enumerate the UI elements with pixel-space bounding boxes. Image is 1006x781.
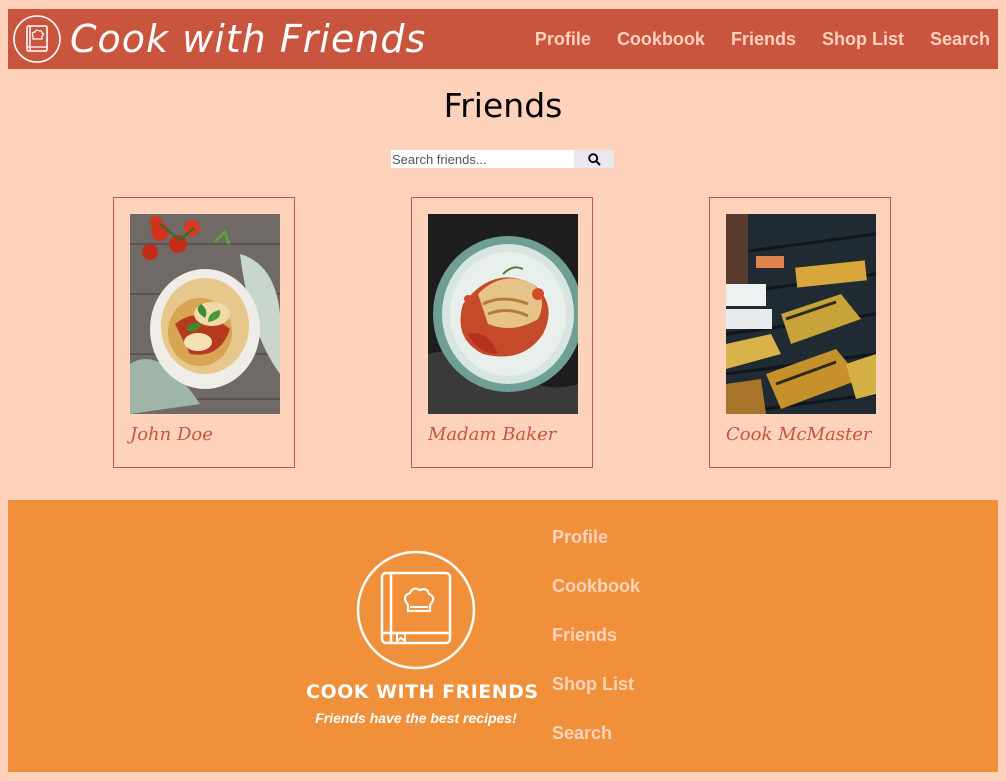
nav-shop-list-link[interactable]: Shop List: [822, 29, 904, 50]
footer-tagline: Friends have the best recipes!: [315, 710, 517, 726]
footer-profile-link[interactable]: Profile: [552, 524, 640, 573]
friend-photo-cook-mcmaster: [726, 214, 876, 414]
search-icon: [587, 152, 601, 166]
footer-nav: Profile Cookbook Friends Shop List Searc…: [552, 524, 640, 769]
friend-card-madam-baker[interactable]: Madam Baker: [411, 197, 593, 468]
friend-search-bar: [391, 150, 614, 168]
friend-card-cook-mcmaster[interactable]: Cook McMaster: [709, 197, 891, 468]
footer-friends-link[interactable]: Friends: [552, 622, 640, 671]
page: Cook with Friends Profile Cookbook Frien…: [0, 0, 1006, 781]
nav-friends-link[interactable]: Friends: [731, 29, 796, 50]
friend-name[interactable]: John Doe: [130, 424, 213, 445]
site-footer: COOK WITH FRIENDS Friends have the best …: [8, 500, 998, 772]
friend-photo-john-doe: [130, 214, 280, 414]
footer-shop-list-link[interactable]: Shop List: [552, 671, 640, 720]
friend-photo-madam-baker: [428, 214, 578, 414]
nav-cookbook-link[interactable]: Cookbook: [617, 29, 705, 50]
main-nav: Profile Cookbook Friends Shop List Searc…: [509, 9, 990, 69]
friend-name[interactable]: Cook McMaster: [726, 424, 871, 445]
footer-cookbook-link[interactable]: Cookbook: [552, 573, 640, 622]
site-header: Cook with Friends Profile Cookbook Frien…: [8, 9, 998, 69]
search-button[interactable]: [574, 150, 614, 168]
search-friends-input[interactable]: [391, 150, 574, 168]
footer-brand: COOK WITH FRIENDS: [306, 681, 539, 703]
nav-search-link[interactable]: Search: [930, 29, 990, 50]
nav-profile-link[interactable]: Profile: [535, 29, 591, 50]
footer-search-link[interactable]: Search: [552, 720, 640, 769]
page-title: Friends: [443, 86, 563, 125]
friend-name[interactable]: Madam Baker: [428, 424, 556, 445]
cookbook-logo-icon[interactable]: [12, 14, 62, 64]
cookbook-logo-icon[interactable]: [355, 549, 477, 671]
brand-title[interactable]: Cook with Friends: [70, 13, 426, 65]
friend-card-john-doe[interactable]: John Doe: [113, 197, 295, 468]
